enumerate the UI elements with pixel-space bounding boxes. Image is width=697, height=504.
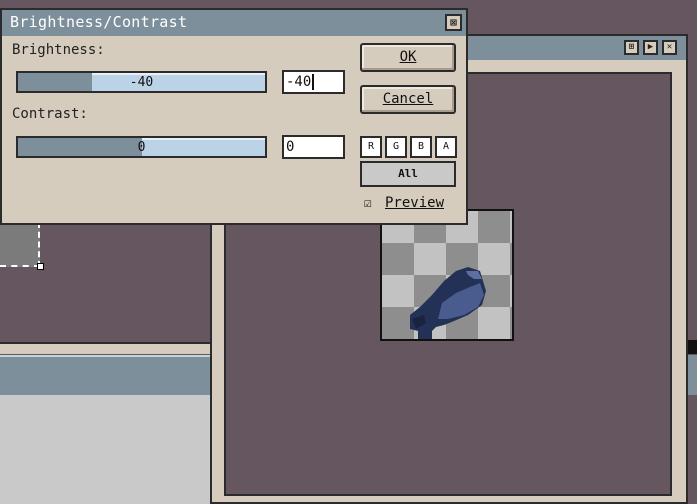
contrast-input-value: 0 <box>286 139 295 155</box>
brightness-input[interactable]: -40 <box>282 70 345 94</box>
channel-g-button[interactable]: G <box>385 136 407 158</box>
background-window-titlebar <box>0 355 210 395</box>
preview-checkbox[interactable]: ☑ <box>364 196 378 211</box>
cancel-button[interactable]: Cancel <box>360 85 456 114</box>
contrast-slider[interactable]: 0 <box>16 136 267 158</box>
dialog-titlebar[interactable]: Brightness/Contrast ⊠ <box>2 10 466 36</box>
brightness-contrast-dialog: Brightness/Contrast ⊠ Brightness: -40 -4… <box>0 8 468 225</box>
selection-resize-handle[interactable] <box>37 263 44 270</box>
contrast-slider-value: 0 <box>137 140 146 155</box>
channel-b-button[interactable]: B <box>410 136 432 158</box>
channel-r-button[interactable]: R <box>360 136 382 158</box>
sprite-image <box>410 267 486 339</box>
all-channels-button[interactable]: All <box>360 161 456 187</box>
play-icon[interactable]: ▶ <box>643 40 658 55</box>
cancel-button-label: Cancel <box>382 91 434 107</box>
selection-marquee[interactable] <box>0 222 40 267</box>
ok-button[interactable]: OK <box>360 43 456 72</box>
channel-a-button[interactable]: A <box>435 136 457 158</box>
dialog-title: Brightness/Contrast <box>10 13 188 31</box>
brightness-slider[interactable]: -40 <box>16 71 267 93</box>
brightness-label: Brightness: <box>12 42 105 58</box>
sprite-canvas[interactable] <box>380 209 514 341</box>
maximize-icon[interactable]: ⊞ <box>624 40 639 55</box>
ok-button-label: OK <box>399 49 417 65</box>
background-panel-edge <box>0 342 210 354</box>
close-icon[interactable]: ✕ <box>662 40 677 55</box>
brightness-slider-value: -40 <box>129 75 154 90</box>
contrast-label: Contrast: <box>12 106 88 122</box>
background-panel <box>0 395 210 504</box>
preview-label[interactable]: Preview <box>385 195 444 211</box>
close-icon[interactable]: ⊠ <box>445 14 462 31</box>
brightness-input-value: -40 <box>286 74 312 90</box>
text-cursor <box>312 74 323 90</box>
contrast-input[interactable]: 0 <box>282 135 345 159</box>
